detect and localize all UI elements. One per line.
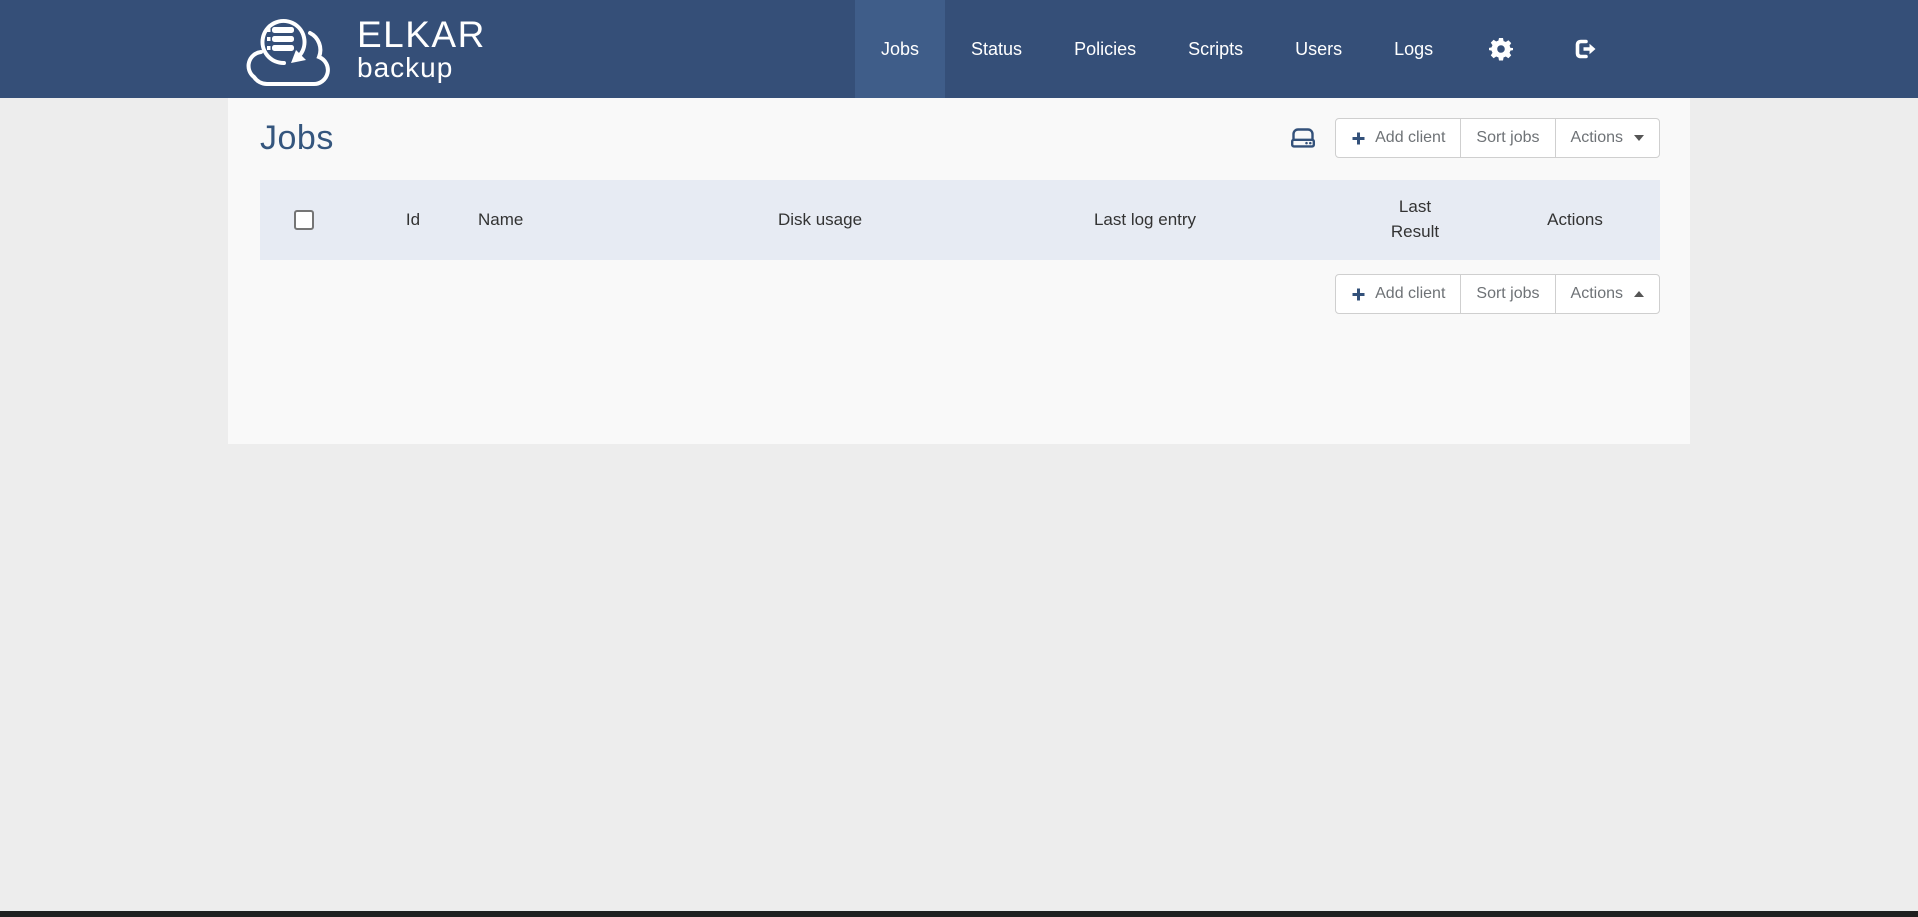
add-client-label: Add client	[1375, 285, 1446, 302]
nav-item-scripts[interactable]: Scripts	[1162, 0, 1269, 98]
caret-up-icon	[1634, 291, 1644, 297]
page-title: Jobs	[260, 118, 334, 157]
column-header-name: Name	[478, 210, 524, 229]
logout-nav-button[interactable]	[1543, 0, 1627, 98]
nav-item-logs[interactable]: Logs	[1368, 0, 1459, 98]
actions-label: Actions	[1570, 129, 1623, 146]
brand-logo[interactable]: ELKAR backup	[244, 0, 486, 98]
plus-icon	[1351, 287, 1366, 302]
column-header-last-log-entry: Last log entry	[1093, 210, 1197, 229]
main-nav: Jobs Status Policies Scripts Users Logs	[855, 0, 1627, 98]
brand-subtitle: backup	[357, 52, 454, 83]
sort-jobs-button[interactable]: Sort jobs	[1460, 118, 1556, 158]
jobs-panel: Jobs Add client Sort jobs Actions Id Nam…	[228, 98, 1690, 444]
plus-icon	[1351, 131, 1366, 146]
brand-name: ELKAR backup	[357, 16, 486, 82]
settings-nav-button[interactable]	[1459, 0, 1543, 98]
toolbar-button-group-top: Add client Sort jobs Actions	[1335, 118, 1660, 158]
add-client-button-bottom[interactable]: Add client	[1335, 274, 1462, 314]
sort-jobs-button-bottom[interactable]: Sort jobs	[1460, 274, 1556, 314]
hdd-icon[interactable]	[1288, 124, 1318, 152]
nav-item-status[interactable]: Status	[945, 0, 1048, 98]
panel-footer-row: Add client Sort jobs Actions	[260, 274, 1660, 314]
app-window: ELKAR backup Jobs Status Policies Script…	[0, 0, 1918, 917]
cloud-backup-logo-icon	[244, 10, 348, 88]
actions-dropdown-button[interactable]: Actions	[1554, 118, 1660, 158]
add-client-button[interactable]: Add client	[1335, 118, 1462, 158]
select-all-cell	[260, 210, 348, 230]
actions-label: Actions	[1570, 285, 1623, 302]
nav-item-users[interactable]: Users	[1269, 0, 1368, 98]
toolbar-button-group-bottom: Add client Sort jobs Actions	[1335, 274, 1660, 314]
brand-title: ELKAR	[357, 14, 486, 55]
column-header-id: Id	[405, 210, 421, 229]
sign-out-icon	[1573, 37, 1597, 61]
column-header-actions: Actions	[1547, 210, 1603, 229]
last-result-label: Last Result	[1390, 197, 1440, 241]
caret-down-icon	[1634, 135, 1644, 141]
sort-jobs-label: Sort jobs	[1476, 285, 1540, 302]
nav-item-jobs[interactable]: Jobs	[855, 0, 946, 98]
panel-header-row: Jobs Add client Sort jobs Actions	[260, 114, 1660, 162]
add-client-label: Add client	[1375, 129, 1446, 146]
nav-item-policies[interactable]: Policies	[1048, 0, 1162, 98]
select-all-checkbox[interactable]	[294, 210, 314, 230]
jobs-table-header: Id Name Disk usage Last log entry Last R…	[260, 180, 1660, 260]
actions-dropup-button-bottom[interactable]: Actions	[1554, 274, 1660, 314]
bottom-edge-bar	[0, 911, 1918, 917]
column-header-disk-usage: Disk usage	[777, 210, 863, 229]
top-toolbar: Add client Sort jobs Actions	[1288, 118, 1660, 158]
sort-jobs-label: Sort jobs	[1476, 129, 1540, 146]
top-navbar: ELKAR backup Jobs Status Policies Script…	[0, 0, 1918, 98]
gear-icon	[1489, 37, 1514, 61]
column-header-last-result: Last Result	[1340, 195, 1490, 244]
